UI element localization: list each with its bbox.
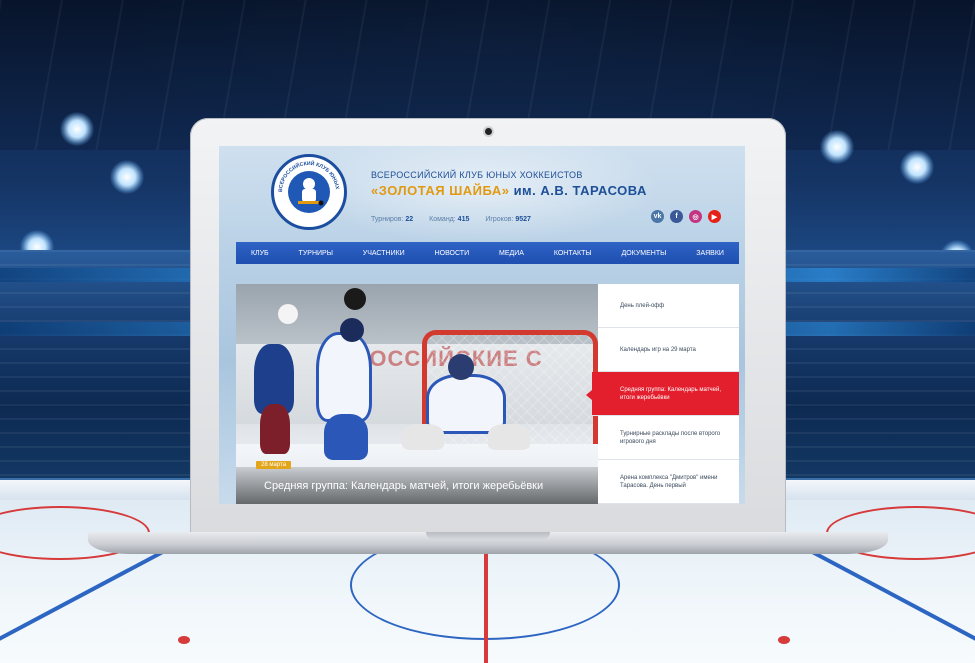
stat-value: 9527: [515, 216, 531, 223]
hero-helmet: [344, 288, 366, 310]
nav-item-club[interactable]: КЛУБ: [251, 250, 269, 257]
hero-title[interactable]: Средняя группа: Календарь матчей, итоги …: [264, 480, 543, 492]
faceoff-dot: [778, 636, 790, 644]
vk-icon[interactable]: vk: [651, 210, 664, 223]
stadium-light: [110, 160, 144, 194]
laptop-notch: [426, 532, 550, 540]
news-item-active[interactable]: Средняя группа: Календарь матчей, итоги …: [586, 372, 739, 416]
facebook-icon[interactable]: f: [670, 210, 683, 223]
main-nav: КЛУБ ТУРНИРЫ УЧАСТНИКИ НОВОСТИ МЕДИА КОН…: [236, 242, 739, 264]
club-logo[interactable]: ВСЕРОССИЙСКИЙ КЛУБ ЮНЫХ ХОККЕИСТОВ «ЗОЛО…: [271, 154, 347, 230]
nav-item-news[interactable]: НОВОСТИ: [435, 250, 470, 257]
club-stats: Турниров: 22 Команд: 415 Игроков: 9527: [371, 216, 545, 223]
org-subtitle: ВСЕРОССИЙСКИЙ КЛУБ ЮНЫХ ХОККЕИСТОВ: [371, 170, 583, 180]
website-screen: ВСЕРОССИЙСКИЙ КЛУБ ЮНЫХ ХОККЕИСТОВ «ЗОЛО…: [219, 146, 745, 504]
stadium-light: [60, 112, 94, 146]
hero-player: [316, 332, 372, 422]
stat-label: Игроков:: [485, 216, 514, 223]
nav-item-media[interactable]: МЕДИА: [499, 250, 524, 257]
news-list: День плей-офф Календарь игр на 29 марта …: [586, 284, 739, 504]
instagram-icon[interactable]: ◎: [689, 210, 702, 223]
hero-player: [488, 424, 530, 450]
hero-helmet: [340, 318, 364, 342]
org-name-rest: им. А.В. ТАРАСОВА: [509, 183, 647, 198]
stadium-light: [820, 130, 854, 164]
nav-item-documents[interactable]: ДОКУМЕНТЫ: [622, 250, 667, 257]
laptop-base: [88, 532, 888, 554]
stat-label: Команд:: [429, 216, 456, 223]
nav-item-participants[interactable]: УЧАСТНИКИ: [363, 250, 405, 257]
org-name-quoted: «ЗОЛОТАЯ ШАЙБА»: [371, 183, 510, 198]
hero-player: [324, 414, 368, 460]
news-item[interactable]: День плей-офф: [598, 284, 739, 328]
nav-item-applications[interactable]: ЗАЯВКИ: [696, 250, 724, 257]
stadium-light: [900, 150, 934, 184]
hero-helmet: [448, 354, 474, 380]
org-title: «ЗОЛОТАЯ ШАЙБА» им. А.В. ТАРАСОВА: [371, 183, 647, 198]
hero-date-badge: 28 марта: [256, 461, 292, 469]
youtube-icon[interactable]: ▶: [708, 210, 721, 223]
news-item[interactable]: Календарь игр на 29 марта: [598, 328, 739, 372]
hero-helmet: [278, 304, 298, 324]
hero-slide[interactable]: РОССИЙСКИЕ С 28 марта Средняя группа: Ка…: [236, 284, 598, 504]
stat-value: 415: [457, 216, 470, 223]
faceoff-dot: [178, 636, 190, 644]
news-item[interactable]: Арена комплекса "Дмитров" имени Тарасова…: [598, 460, 739, 504]
stat-label: Турниров:: [371, 216, 404, 223]
nav-item-contacts[interactable]: КОНТАКТЫ: [554, 250, 592, 257]
social-links: vk f ◎ ▶: [651, 210, 721, 223]
stat-value: 22: [405, 216, 414, 223]
hero-player: [260, 404, 290, 454]
logo-emblem-icon: ВСЕРОССИЙСКИЙ КЛУБ ЮНЫХ ХОККЕИСТОВ «ЗОЛО…: [274, 157, 340, 213]
hero-player: [402, 424, 444, 450]
news-item[interactable]: Турнирные расклады после второго игровог…: [598, 416, 739, 460]
nav-item-tournaments[interactable]: ТУРНИРЫ: [299, 250, 333, 257]
webcam-icon: [485, 128, 492, 135]
